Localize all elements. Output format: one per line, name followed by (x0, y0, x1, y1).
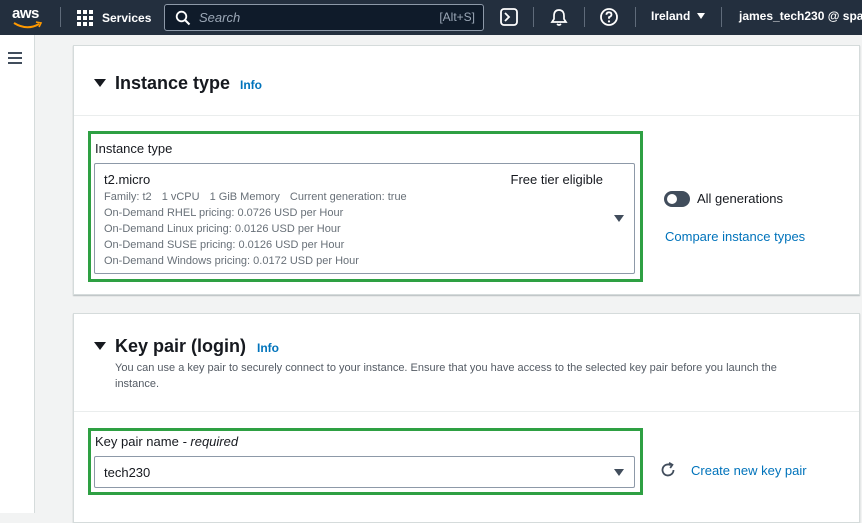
pricing-line: On-Demand RHEL pricing: 0.0726 USD per H… (104, 207, 344, 219)
grid-icon (77, 9, 94, 27)
nav-divider (60, 7, 61, 27)
left-side-rail (0, 35, 35, 513)
bell-icon[interactable] (549, 7, 569, 27)
search-shortcut-hint: [Alt+S] (439, 10, 475, 24)
pricing-line: On-Demand SUSE pricing: 0.0126 USD per H… (104, 239, 345, 251)
account-menu[interactable]: james_tech230 @ spar (739, 9, 862, 23)
field-label: Key pair name - required (95, 434, 238, 449)
help-icon[interactable] (599, 7, 619, 27)
caret-down-icon (614, 469, 624, 476)
services-menu-button[interactable]: Services (77, 8, 151, 28)
instance-type-panel-header: Instance type Info (74, 46, 859, 116)
panel-title: Key pair (login) (115, 336, 247, 356)
top-navigation-bar: aws Services [Alt+S] Irelan (0, 0, 862, 35)
key-pair-description: You can use a key pair to securely conne… (115, 362, 777, 390)
spec-vcpu: 1 vCPU (161, 191, 200, 203)
region-label: Ireland (651, 9, 691, 23)
pricing-line: On-Demand Linux pricing: 0.0126 USD per … (104, 223, 341, 235)
search-icon (175, 10, 191, 25)
compare-instance-types-link[interactable]: Compare instance types (665, 229, 805, 244)
key-pair-label: Key pair name (95, 434, 179, 449)
all-generations-toggle[interactable] (664, 191, 690, 207)
required-label: - required (182, 434, 239, 449)
cloudshell-icon[interactable] (499, 7, 519, 27)
nav-divider (533, 7, 534, 27)
create-new-key-pair-link[interactable]: Create new key pair (691, 463, 807, 478)
caret-down-icon[interactable] (94, 79, 106, 87)
aws-logo-text: aws (12, 5, 39, 22)
refresh-icon[interactable] (659, 461, 677, 479)
spec-family: Family: t2 (104, 191, 152, 203)
instance-type-field-highlight: Instance type t2.micro Free tier eligibl… (88, 131, 643, 282)
info-link[interactable]: Info (240, 78, 262, 92)
instance-type-name: t2.micro (104, 172, 151, 187)
pricing-line: On-Demand Windows pricing: 0.0172 USD pe… (104, 255, 359, 267)
info-link[interactable]: Info (257, 341, 279, 355)
spec-memory: 1 GiB Memory (209, 191, 280, 203)
region-selector[interactable]: Ireland (651, 9, 706, 23)
spec-generation: Current generation: true (289, 191, 407, 203)
key-pair-field-highlight: Key pair name - required tech230 (88, 428, 643, 495)
key-pair-value: tech230 (104, 465, 151, 480)
field-label: Instance type (95, 141, 173, 156)
key-pair-panel-header: Key pair (login) Info You can use a key … (74, 314, 859, 412)
aws-smile-icon (13, 21, 43, 29)
all-generations-label: All generations (697, 191, 783, 206)
nav-divider (721, 7, 722, 27)
key-pair-select[interactable]: tech230 (94, 456, 635, 488)
instance-type-select[interactable]: t2.micro Free tier eligible Family: t2 1 … (94, 163, 635, 274)
aws-logo[interactable]: aws (12, 5, 46, 31)
free-tier-badge: Free tier eligible (510, 172, 604, 187)
panel-title: Instance type (115, 73, 231, 93)
caret-down-icon (614, 215, 624, 222)
chevron-down-icon (697, 13, 706, 19)
search-bar[interactable]: [Alt+S] (164, 4, 484, 31)
nav-divider (635, 7, 636, 27)
instance-specs: Family: t2 1 vCPU 1 GiB Memory Current gene… (104, 191, 417, 203)
caret-down-icon[interactable] (94, 342, 106, 350)
toggle-knob (667, 194, 677, 204)
nav-divider (584, 7, 585, 27)
search-input[interactable] (199, 10, 409, 25)
hamburger-icon[interactable] (8, 52, 22, 64)
services-label: Services (102, 11, 152, 25)
